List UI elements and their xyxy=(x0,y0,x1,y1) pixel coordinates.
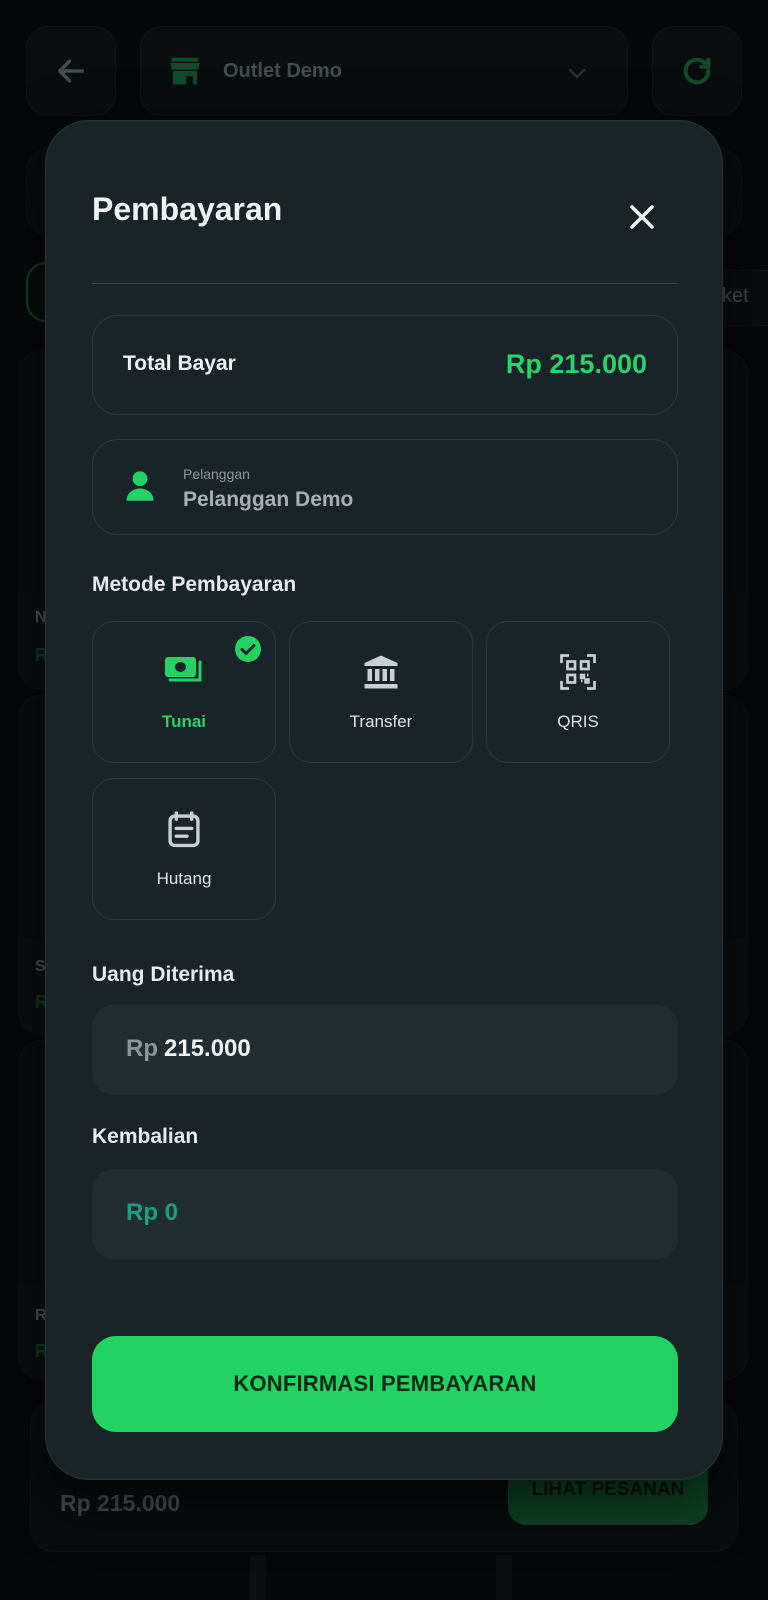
check-circle-icon xyxy=(235,636,261,662)
change-value: Rp 0 xyxy=(126,1199,179,1226)
received-amount-label: Uang Diterima xyxy=(92,963,235,986)
method-qris[interactable]: QRIS xyxy=(486,621,670,763)
header-divider xyxy=(92,283,678,284)
method-transfer[interactable]: Transfer xyxy=(289,621,473,763)
method-tunai[interactable]: Tunai xyxy=(92,621,276,763)
method-label: QRIS xyxy=(557,712,599,731)
total-panel: Total Bayar Rp 215.000 xyxy=(92,315,678,415)
bank-icon xyxy=(364,655,398,689)
customer-caption: Pelanggan xyxy=(183,466,250,482)
user-icon xyxy=(126,471,154,501)
method-label: Transfer xyxy=(349,712,413,731)
close-icon xyxy=(630,205,654,229)
close-button[interactable] xyxy=(616,191,668,243)
method-hutang[interactable]: Hutang xyxy=(92,778,276,920)
cash-icon xyxy=(165,657,202,682)
currency-prefix: Rp xyxy=(126,1035,158,1062)
method-label: Hutang xyxy=(156,869,212,888)
change-field: Rp 0 xyxy=(92,1169,678,1259)
customer-name: Pelanggan Demo xyxy=(183,488,354,511)
note-icon xyxy=(168,811,200,848)
received-amount-input[interactable]: Rp 215.000 xyxy=(92,1005,678,1095)
dialog-title: Pembayaran xyxy=(92,191,283,227)
confirm-payment-button[interactable]: KONFIRMASI PEMBAYARAN xyxy=(92,1336,678,1432)
payment-methods-label: Metode Pembayaran xyxy=(92,573,297,596)
total-label: Total Bayar xyxy=(123,352,236,375)
total-value: Rp 215.000 xyxy=(505,349,647,379)
customer-panel[interactable]: Pelanggan Pelanggan Demo xyxy=(92,439,678,535)
change-label: Kembalian xyxy=(92,1125,199,1148)
method-label: Tunai xyxy=(161,712,207,731)
received-amount-value: 215.000 xyxy=(164,1035,251,1062)
payment-dialog: Pembayaran Total Bayar Rp 215.000 Pelang… xyxy=(45,120,723,1480)
pos-screen: Outlet Demo ket N R S R R R Rp 215.000 L… xyxy=(0,0,768,1600)
qr-code-icon xyxy=(560,654,596,690)
